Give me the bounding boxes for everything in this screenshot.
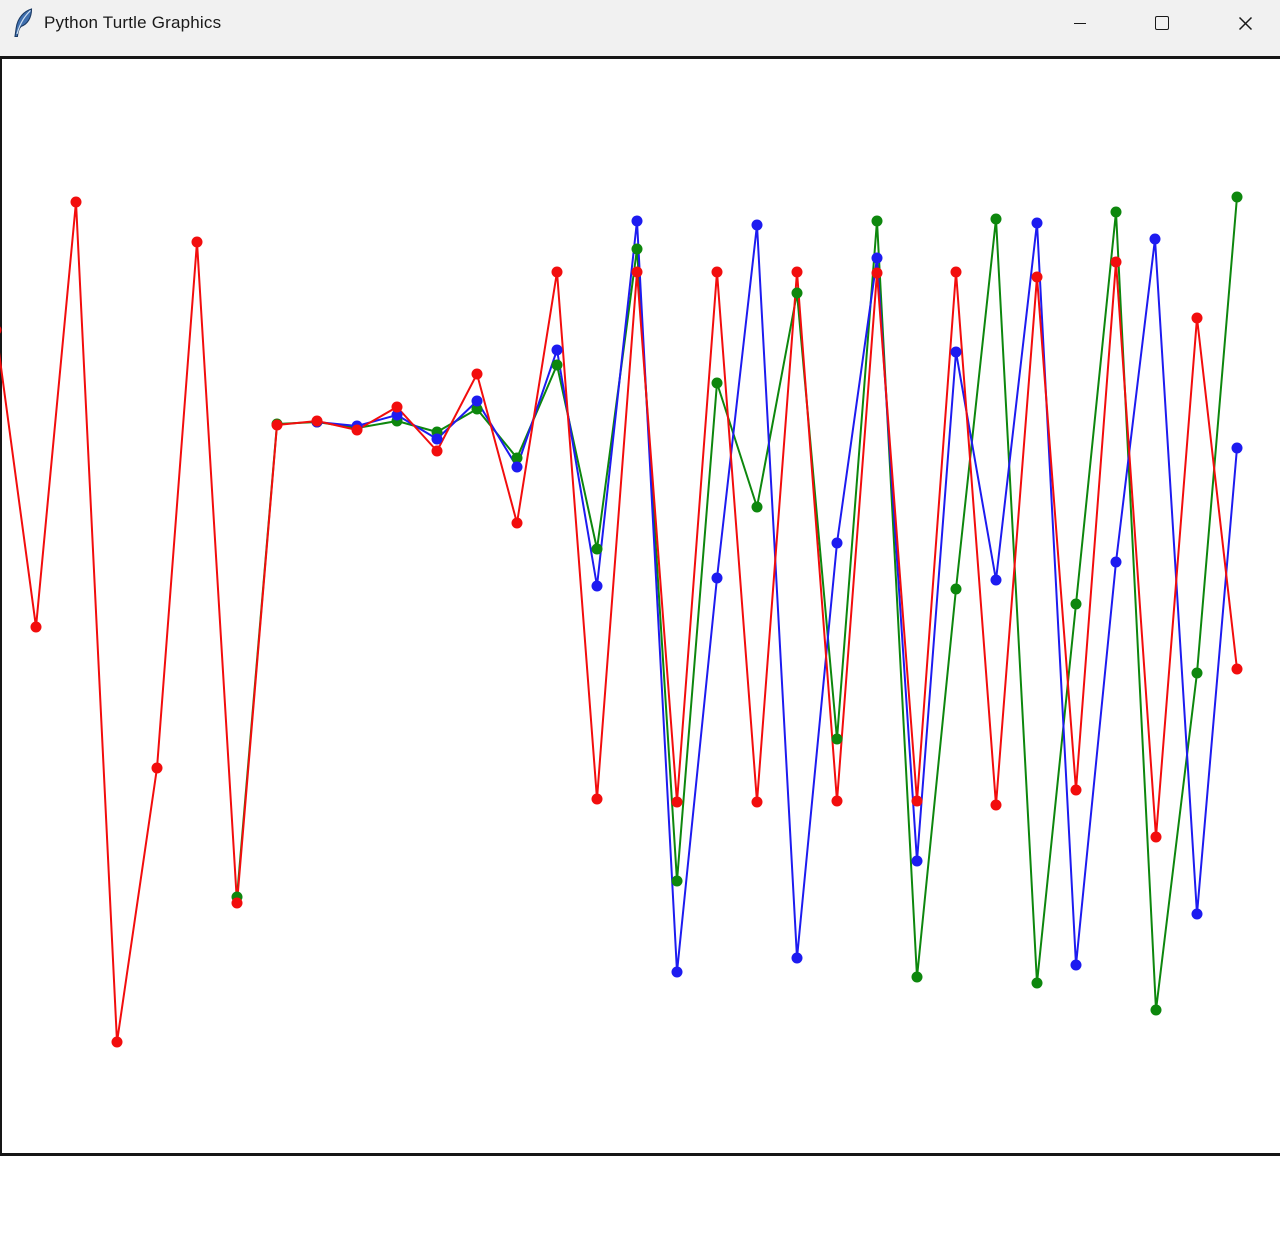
window-title: Python Turtle Graphics [44,13,221,33]
tk-feather-icon [13,8,35,38]
minimize-icon [1074,23,1086,24]
close-icon [1238,16,1253,31]
turtle-graphics-window: { "window": { "title": "Python Turtle Gr… [0,0,1280,1253]
maximize-button[interactable] [1133,0,1191,46]
maximize-icon [1155,16,1169,30]
minimize-button[interactable] [1051,0,1109,46]
title-bar[interactable]: Python Turtle Graphics [0,0,1280,56]
turtle-canvas [0,56,1280,1156]
close-button[interactable] [1216,0,1274,46]
